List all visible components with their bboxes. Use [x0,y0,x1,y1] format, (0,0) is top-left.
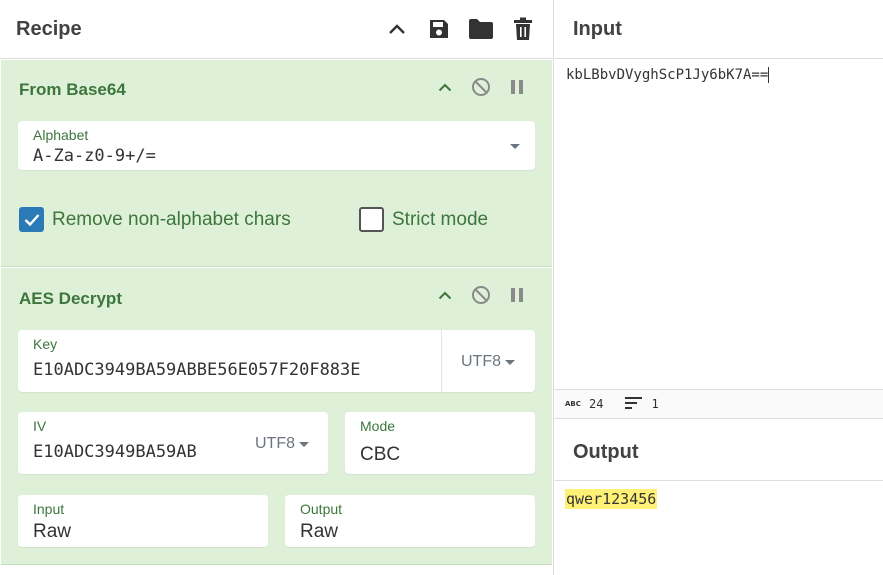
iv-encoding-value: UTF8 [255,435,295,452]
input-format-select[interactable]: Input Raw [18,495,268,547]
operation-title: From Base64 [19,80,126,99]
dropdown-caret-icon [505,359,515,365]
input-length: 24 [589,397,604,411]
output-format-select[interactable]: Output Raw [285,495,535,547]
lines-stat: 1 [625,396,659,412]
chevron-up-icon[interactable] [434,284,456,306]
recipe-header: Recipe [0,0,553,59]
folder-icon[interactable] [467,15,495,43]
strict-mode-checkbox[interactable]: Strict mode [359,207,488,232]
recipe-title: Recipe [16,17,82,40]
recipe-toolbar [383,15,537,43]
key-label: Key [33,336,58,352]
output-text[interactable]: qwer123456 [565,489,658,509]
remove-non-alphabet-label: Remove non-alphabet chars [52,208,291,230]
input-textarea[interactable]: kbLBbvDVyghScP1Jy6bK7A== [566,67,770,83]
mode-select[interactable]: Mode CBC [345,412,535,474]
input-format-value: Raw [33,521,72,542]
output-format-value: Raw [300,521,339,542]
output-format-label: Output [300,501,343,517]
operation-title: AES Decrypt [19,289,122,308]
input-lines: 1 [651,397,659,411]
key-encoding-dropdown[interactable]: UTF8 [461,353,515,371]
lines-icon [625,396,643,412]
pause-icon[interactable] [506,284,528,306]
svg-text:ABC: ABC [565,400,581,408]
operation-from-base64[interactable]: From Base64 Alphabet A-Za-z0-9+/= Remove… [1,60,552,267]
output-title: Output [573,441,639,463]
disable-icon[interactable] [470,284,492,306]
remove-non-alphabet-checkbox[interactable]: Remove non-alphabet chars [19,207,291,232]
dropdown-caret-icon [510,144,520,149]
output-header: Output [555,425,883,481]
iv-value: E10ADC3949BA59AB [33,442,197,462]
recipe-panel: Recipe From Base64 Alphabet A-Za-z0-9+/=… [0,0,554,575]
save-icon[interactable] [425,15,453,43]
text-cursor [768,67,770,83]
checkbox-checked-icon[interactable] [19,207,44,232]
iv-encoding-dropdown[interactable]: UTF8 [255,435,309,453]
key-field[interactable]: Key E10ADC3949BA59ABBE56E057F20F883E UTF… [18,330,535,392]
input-format-label: Input [33,501,65,517]
length-stat: ABC 24 [565,397,603,411]
key-value: E10ADC3949BA59ABBE56E057F20F883E [33,360,361,380]
alphabet-select[interactable]: Alphabet A-Za-z0-9+/= [18,121,535,170]
operation-aes-decrypt[interactable]: AES Decrypt Key E10ADC3949BA59ABBE56E057… [1,268,552,565]
input-header: Input [555,0,883,59]
input-title: Input [573,17,622,40]
disable-icon[interactable] [470,76,492,98]
chevron-up-icon[interactable] [434,76,456,98]
collapse-all-chevron-up-icon[interactable] [383,15,411,43]
mode-label: Mode [360,418,396,434]
input-text-value: kbLBbvDVyghScP1Jy6bK7A== [566,67,769,83]
alphabet-value: A-Za-z0-9+/= [33,146,156,166]
operation-controls [434,284,528,306]
alphabet-label: Alphabet [33,127,89,143]
trash-icon[interactable] [509,15,537,43]
iv-field[interactable]: IV E10ADC3949BA59AB UTF8 [18,412,328,474]
io-panel: Input kbLBbvDVyghScP1Jy6bK7A== ABC 24 1 … [555,0,883,575]
operation-controls [434,76,528,98]
input-status-bar: ABC 24 1 [555,389,883,419]
checkbox-unchecked-icon[interactable] [359,207,384,232]
key-encoding-value: UTF8 [461,353,501,370]
mode-value: CBC [360,444,401,465]
abc-length-icon: ABC [565,397,581,411]
strict-mode-label: Strict mode [392,208,489,230]
iv-label: IV [33,418,47,434]
pause-icon[interactable] [506,76,528,98]
dropdown-caret-icon [299,441,309,447]
